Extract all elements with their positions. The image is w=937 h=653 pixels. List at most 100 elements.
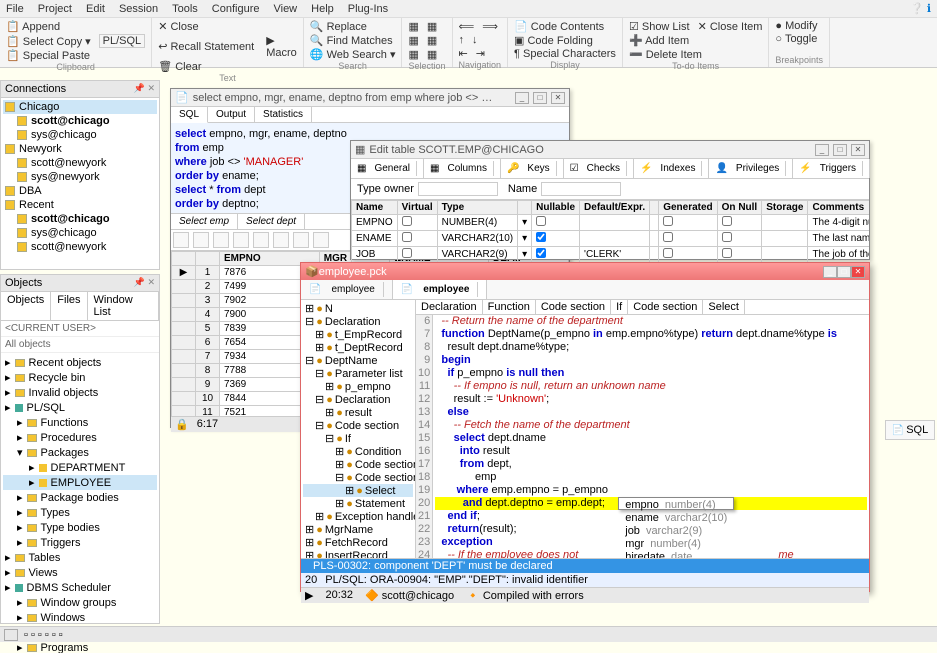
outline-node[interactable]: ⊞ ● t_DeptRecord [303,341,413,354]
tab-output[interactable]: Output [208,107,255,122]
rb-code-contents[interactable]: 📄 Code Contents [514,20,604,33]
outline-node[interactable]: ⊞ ● MgrName [303,523,413,536]
min-button[interactable]: _ [823,266,837,278]
obj-node[interactable]: ▾ Packages [3,445,157,460]
tab-windowlist[interactable]: Window List [88,292,159,320]
obj-node[interactable]: ▸ DBMS Scheduler [3,580,157,595]
rb-add-item[interactable]: ➕ Add Item [629,34,689,47]
rb-select-copy[interactable]: 📋 Select Copy ▾ [6,35,91,48]
conn-node[interactable]: Newyork [3,142,157,156]
obj-node[interactable]: ▸ EMPLOYEE [3,475,157,490]
status-box[interactable] [4,629,18,641]
error-row[interactable]: 20PL/SQL: ORA-00904: "EMP"."DEPT": inval… [301,573,869,587]
type-owner-input[interactable] [418,182,498,196]
menu-tools[interactable]: Tools [172,3,198,15]
tb1[interactable] [173,232,189,248]
tb5[interactable] [253,232,269,248]
conn-node[interactable]: sys@chicago [3,226,157,240]
rb-nav5[interactable]: ⇤ [459,47,468,60]
sql-side-button[interactable]: 📄 SQL [885,420,935,440]
obj-node[interactable]: ▸ PL/SQL [3,400,157,415]
rb-special-chars[interactable]: ¶ Special Characters [514,48,616,60]
outline-node[interactable]: ⊞ ● Condition [303,445,413,458]
outline-node[interactable]: ⊞ ● t_EmpRecord [303,328,413,341]
object-tree[interactable]: ▸ Recent objects▸ Recycle bin▸ Invalid o… [1,353,159,653]
tb6[interactable] [273,232,289,248]
breadcrumb-item[interactable]: Function [483,300,536,314]
menu-help[interactable]: Help [311,3,334,15]
tb3[interactable] [213,232,229,248]
obj-node[interactable]: ▸ Views [3,565,157,580]
rb-web-search[interactable]: 🌐 Web Search ▾ [310,48,396,61]
rb-show-list[interactable]: ☑ Show List [629,20,690,33]
code-breadcrumb[interactable]: DeclarationFunctionCode sectionIfCode se… [416,300,869,315]
rb-sel4[interactable]: ▦ [427,34,437,47]
outline-node[interactable]: ⊟ ● If [303,432,413,445]
rb-special-paste[interactable]: 📋 Special Paste [6,49,90,62]
rb-sel2[interactable]: ▦ [427,20,437,33]
conn-node[interactable]: Recent [3,198,157,212]
breadcrumb-item[interactable]: Code section [536,300,611,314]
tab-objects[interactable]: Objects [1,292,51,320]
obj-node[interactable]: ▸ Recycle bin [3,370,157,385]
outline-node[interactable]: ⊞ ● Code section [303,458,413,471]
tb8[interactable] [313,232,329,248]
close-button[interactable]: ✕ [551,92,565,104]
rb-nav1[interactable]: ⟸ [459,20,475,33]
compile-errors[interactable]: PLS-00302: component 'DEPT' must be decl… [301,558,869,587]
obj-node[interactable]: ▸ Window groups [3,595,157,610]
conn-node[interactable]: scott@chicago [3,114,157,128]
rb-close[interactable]: ✕ Close [158,20,198,33]
obj-node[interactable]: ▸ Recent objects [3,355,157,370]
tab-files[interactable]: Files [51,292,87,320]
conn-node[interactable]: DBA [3,184,157,198]
conn-node[interactable]: sys@newyork [3,170,157,184]
connections-tree[interactable]: Chicagoscott@chicagosys@chicagoNewyorksc… [1,98,159,270]
breadcrumb-item[interactable]: Select [703,300,745,314]
rb-code-folding[interactable]: ▣ Code Folding [514,34,593,47]
rb-del-item[interactable]: ➖ Delete Item [629,48,702,61]
tab-indexes[interactable]: ⚡ Indexes [634,159,709,178]
outline-node[interactable]: ⊞ ● result [303,406,413,419]
rb-nav3[interactable]: ↑ [459,34,465,46]
outline-node[interactable]: ⊞ ● N [303,302,413,315]
code-editor[interactable]: 6789101112131415161718192021222324252627… [416,315,869,558]
rb-append[interactable]: 📋 Append [6,20,60,33]
tb2[interactable] [193,232,209,248]
outline-node[interactable]: ⊟ ● Code section [303,419,413,432]
rb-sel1[interactable]: ▦ [408,20,418,33]
obj-node[interactable]: ▸ Package bodies [3,490,157,505]
tb4[interactable] [233,232,249,248]
autocomplete-popup[interactable]: empnonumber(4)enamevarchar2(10)jobvarcha… [618,497,734,510]
min-button[interactable]: _ [515,92,529,104]
tab-sql[interactable]: SQL [171,107,208,123]
max-button[interactable]: □ [533,92,547,104]
tab-keys[interactable]: 🔑 Keys [501,159,564,178]
tb7[interactable] [293,232,309,248]
obj-node[interactable]: ▸ Type bodies [3,520,157,535]
menu-configure[interactable]: Configure [212,3,260,15]
tab-statistics[interactable]: Statistics [255,107,312,122]
obj-node[interactable]: ▸ DEPARTMENT [3,460,157,475]
outline-node[interactable]: ⊞ ● Select [303,484,413,497]
rb-close-item[interactable]: ✕ Close Item [698,20,763,33]
outline-node[interactable]: ⊞ ● Exception handler [303,510,413,523]
outline-node[interactable]: ⊟ ● DeptName [303,354,413,367]
tab-columns[interactable]: ▦ Columns [424,159,501,178]
pin-icon[interactable]: 📌 ✕ [134,277,155,289]
menu-file[interactable]: File [6,3,24,15]
rb-clear[interactable]: 🗑 Clear [158,60,201,73]
conn-node[interactable]: scott@newyork [3,156,157,170]
conn-node[interactable]: sys@chicago [3,128,157,142]
tab-pkg-body[interactable]: 📄 employee [393,280,488,299]
pin-icon[interactable]: 📌 ✕ [134,83,155,95]
conn-node[interactable]: scott@newyork [3,240,157,254]
rb-nav2[interactable]: ⟹ [482,20,498,33]
obj-node[interactable]: ▸ Functions [3,415,157,430]
outline-node[interactable]: ⊞ ● Statement [303,497,413,510]
autocomplete-item[interactable]: hiredatedate [619,550,733,558]
menu-project[interactable]: Project [38,3,72,15]
rb-toggle[interactable]: ○ Toggle [775,33,817,45]
autocomplete-item[interactable]: mgrnumber(4) [619,537,733,550]
obj-node[interactable]: ▸ Tables [3,550,157,565]
